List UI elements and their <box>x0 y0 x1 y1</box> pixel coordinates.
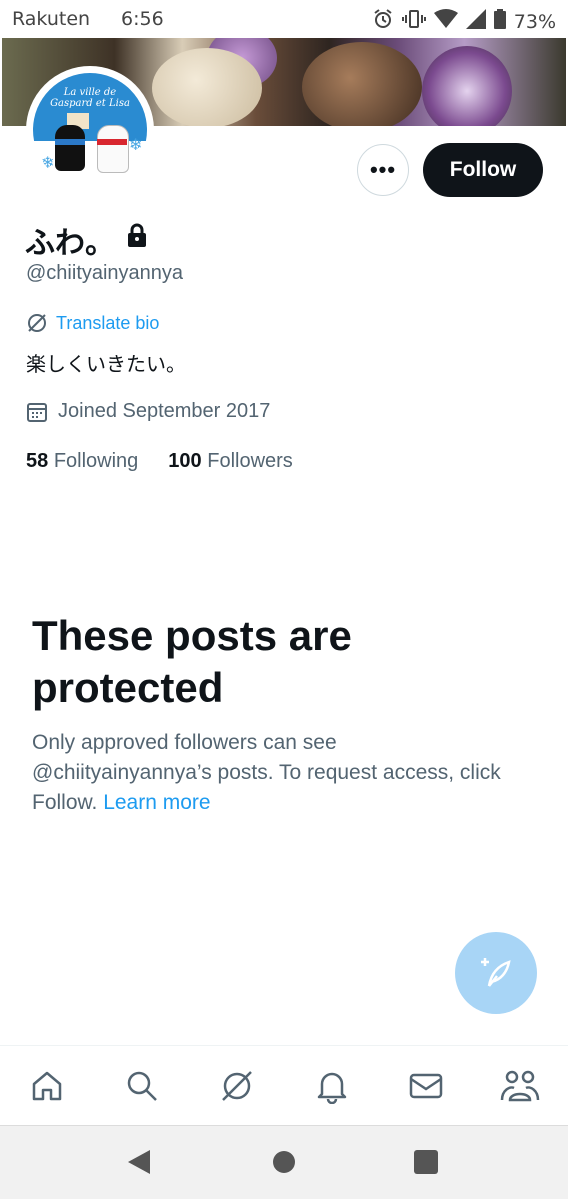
vibrate-icon <box>401 8 426 35</box>
followers-label: Followers <box>207 450 293 472</box>
learn-more-link[interactable]: Learn more <box>103 791 210 814</box>
protected-title: These posts are protected <box>32 612 352 711</box>
bottom-nav <box>0 1045 568 1125</box>
display-name: ふわ。 <box>25 226 115 261</box>
snowflake-icon: ❄ <box>129 137 143 154</box>
back-button[interactable] <box>128 1150 150 1174</box>
avatar-logo-text: La ville de Gaspard et Lisa <box>33 87 147 109</box>
banner-flower <box>422 46 512 126</box>
compose-feather-icon <box>481 958 511 987</box>
avatar-scarf <box>97 139 127 145</box>
avatar-image: La ville de Gaspard et Lisa ❄ ❄ <box>33 73 147 187</box>
search-icon[interactable] <box>122 1066 162 1106</box>
home-icon[interactable] <box>27 1066 67 1106</box>
joined-date: Joined September 2017 <box>26 400 270 423</box>
following-count: 58 <box>26 450 49 472</box>
lock-icon <box>128 223 146 247</box>
clock: 6:56 <box>121 8 164 30</box>
messages-icon[interactable] <box>406 1066 446 1106</box>
protected-body: Only approved followers can see @chiitya… <box>32 728 512 818</box>
communities-icon[interactable] <box>500 1066 540 1106</box>
system-nav-bar <box>0 1125 568 1199</box>
battery-icon <box>493 9 506 34</box>
carrier-name: Rakuten <box>12 8 91 30</box>
avatar-scarf <box>55 139 85 145</box>
notifications-icon[interactable] <box>312 1066 352 1106</box>
bio-text: 楽しくいきたい。 <box>26 352 186 376</box>
more-options-button[interactable]: ••• <box>357 144 409 196</box>
followers-link[interactable]: 100 Followers <box>168 450 293 473</box>
signal-icon <box>465 9 486 34</box>
translate-bio-link[interactable]: Translate bio <box>56 313 159 334</box>
banner-macaron <box>302 42 422 126</box>
avatar-logo-line2: Gaspard et Lisa <box>50 98 130 109</box>
following-link[interactable]: 58 Following <box>26 450 138 473</box>
battery-percent: 73% <box>513 10 556 33</box>
grok-icon[interactable] <box>217 1066 257 1106</box>
avatar-logo-line1: La ville de <box>63 87 117 98</box>
follow-stats: 58 Following 100 Followers <box>26 450 293 473</box>
compose-button[interactable] <box>455 932 537 1014</box>
avatar-gaspard <box>55 125 85 171</box>
translate-bio[interactable]: Translate bio <box>26 312 159 334</box>
wifi-icon <box>433 9 458 34</box>
grok-icon <box>28 314 46 332</box>
status-bar: Rakuten 6:56 73% <box>0 0 568 38</box>
avatar-lisa <box>97 125 129 173</box>
alarm-icon <box>372 8 394 35</box>
followers-count: 100 <box>168 450 202 472</box>
banner-macaron <box>152 48 262 126</box>
home-button[interactable] <box>273 1151 295 1173</box>
snowflake-icon: ❄ <box>41 155 55 172</box>
status-icons: 73% <box>372 8 556 35</box>
follow-button[interactable]: Follow <box>423 143 543 197</box>
recents-button[interactable] <box>414 1150 438 1174</box>
following-label: Following <box>53 450 139 472</box>
calendar-icon <box>27 402 47 422</box>
user-handle: @chiityainyannya <box>26 262 184 284</box>
joined-text: Joined September 2017 <box>58 400 271 422</box>
avatar[interactable]: La ville de Gaspard et Lisa ❄ ❄ <box>26 66 154 194</box>
